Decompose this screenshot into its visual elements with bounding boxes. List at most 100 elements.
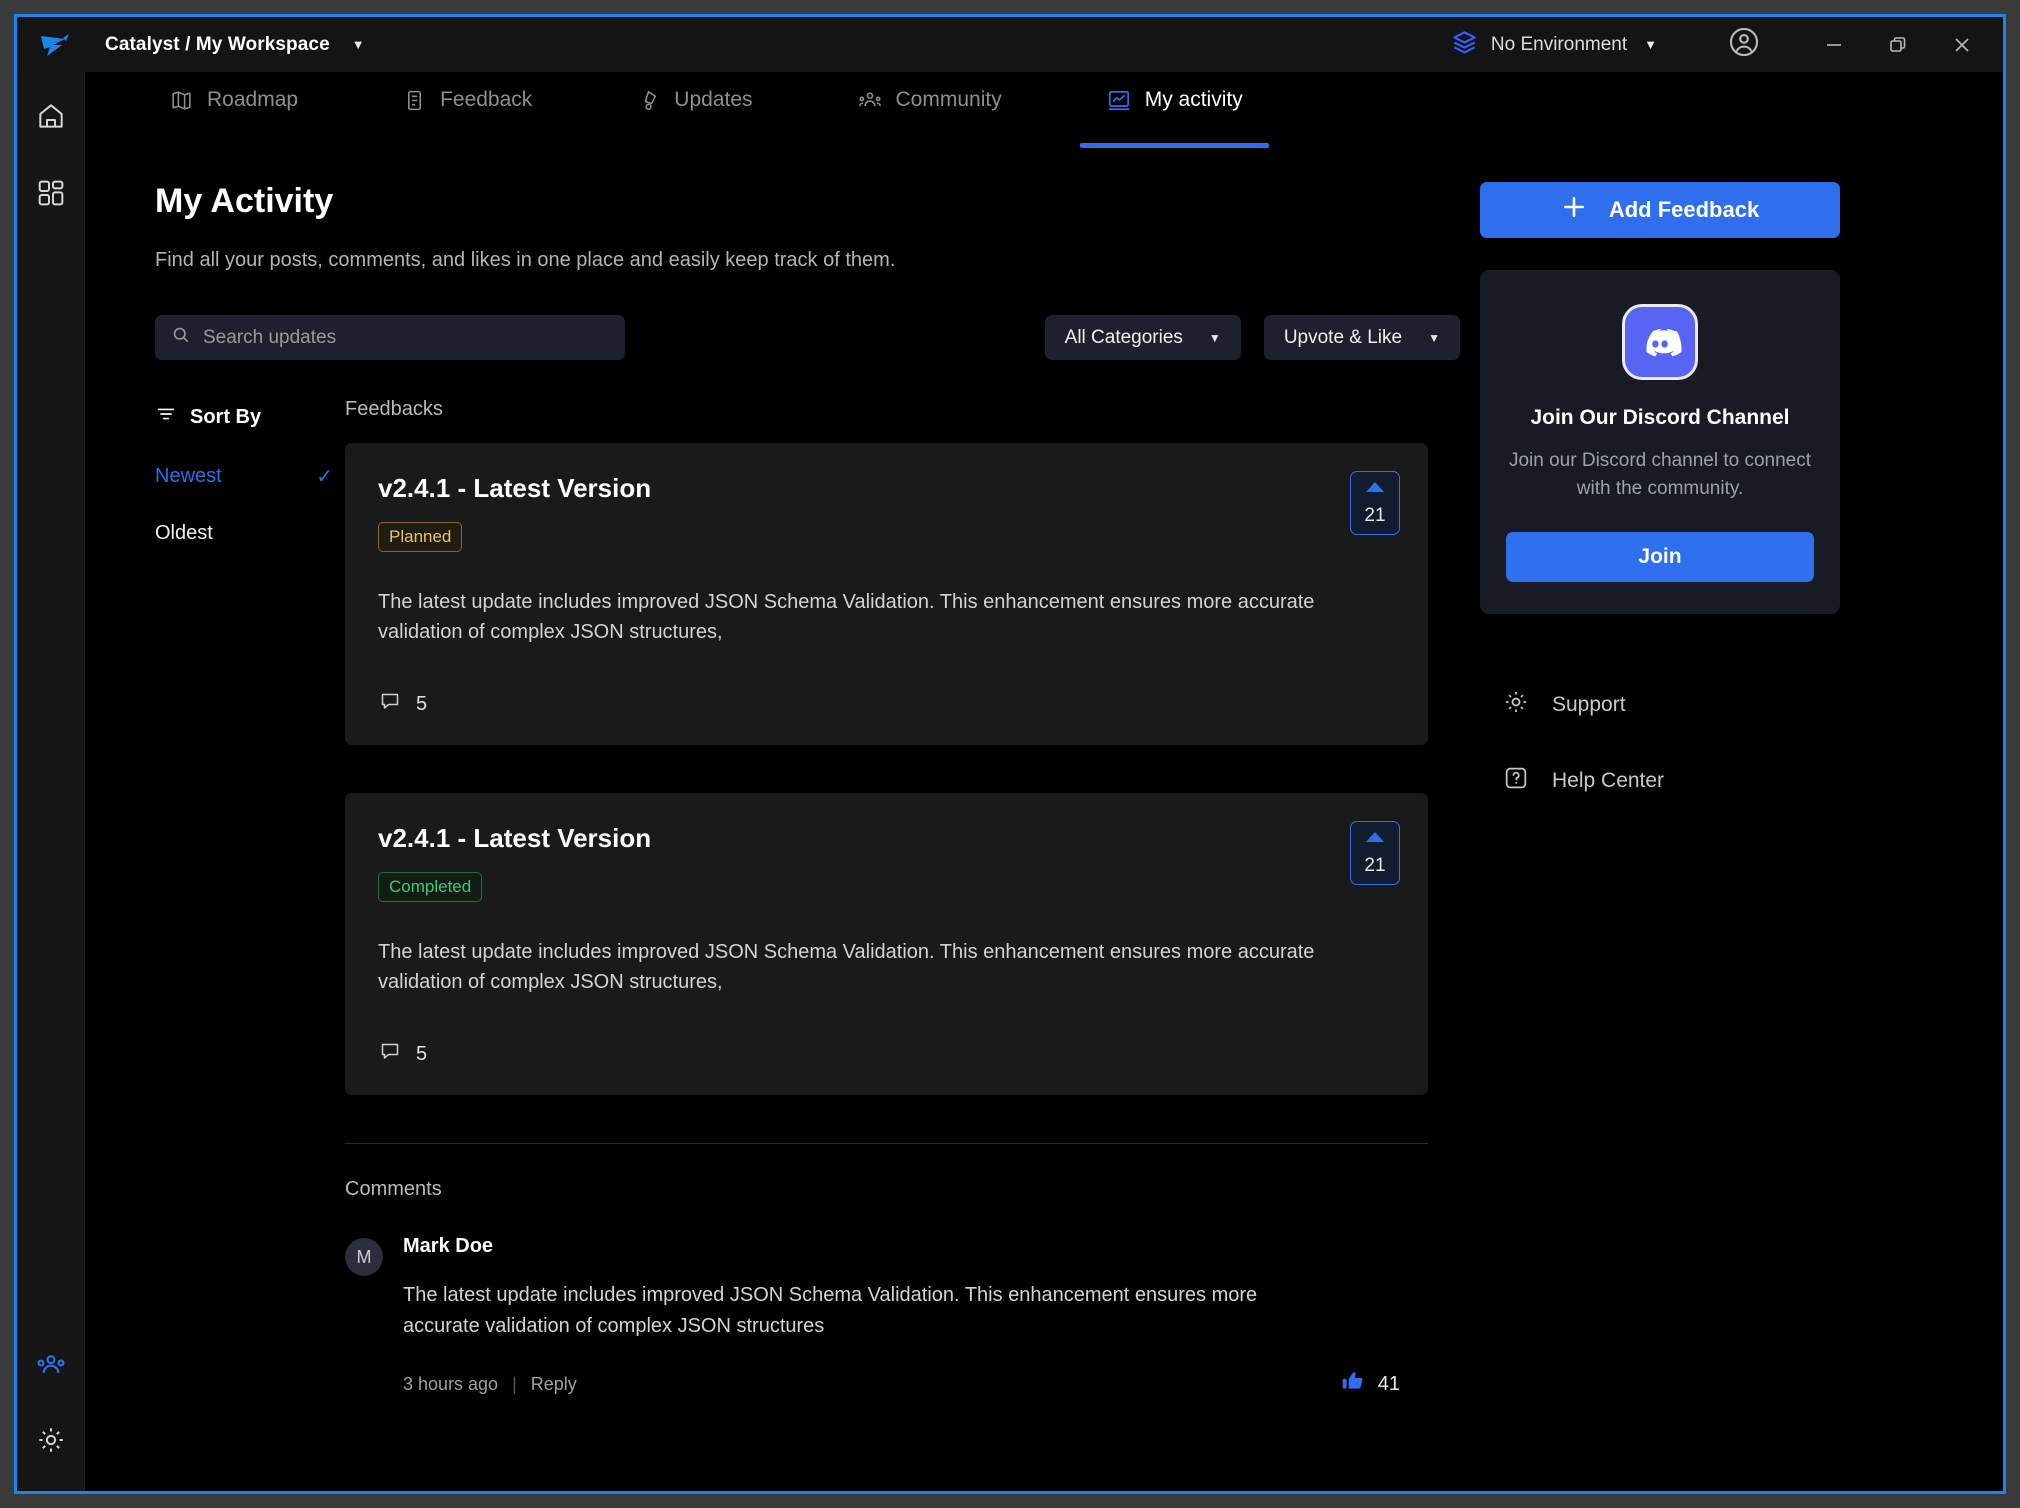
triangle-up-icon — [1365, 830, 1385, 848]
feedback-title: v2.4.1 - Latest Version — [378, 823, 1400, 854]
check-icon: ✓ — [316, 464, 333, 489]
plus-icon — [1561, 194, 1587, 226]
upvote-count: 21 — [1364, 505, 1385, 527]
nav-tabs: Roadmap Feedback — [85, 72, 2003, 148]
categories-dropdown-label: All Categories — [1065, 327, 1183, 349]
list-doc-icon — [402, 88, 427, 113]
comment-item: M Mark Doe The latest update includes im… — [345, 1235, 1428, 1400]
tab-label: Updates — [674, 88, 752, 112]
sort-option-newest[interactable]: Newest ✓ — [155, 464, 345, 489]
application-window: Catalyst / My Workspace ▼ No Environment… — [14, 14, 2006, 1494]
left-rail-bottom — [35, 1349, 67, 1491]
feed-column: Feedbacks v2.4.1 - Latest Version Planne… — [345, 398, 1480, 1400]
window-controls — [1823, 34, 1973, 56]
comments-section-label: Comments — [345, 1178, 1428, 1201]
filter-dropdowns: All Categories ▼ Upvote & Like ▼ — [1045, 315, 1480, 360]
comment-author: Mark Doe — [403, 1235, 1428, 1258]
tab-community[interactable]: Community — [843, 72, 1016, 148]
comment-main: Mark Doe The latest update includes impr… — [403, 1235, 1428, 1400]
search-box[interactable] — [155, 315, 625, 360]
tab-updates[interactable]: Updates — [622, 72, 766, 148]
map-icon — [169, 88, 194, 113]
discord-title: Join Our Discord Channel — [1506, 406, 1814, 430]
add-feedback-button[interactable]: Add Feedback — [1480, 182, 1840, 238]
add-feedback-label: Add Feedback — [1609, 197, 1759, 223]
comment-count: 5 — [416, 693, 427, 716]
feedback-footer: 5 — [378, 1039, 1400, 1069]
megaphone-icon — [636, 88, 661, 113]
feedback-footer: 5 — [378, 689, 1400, 719]
like-count: 41 — [1378, 1373, 1400, 1396]
right-sidebar: Add Feedback Join Our Discord Channel Jo… — [1480, 148, 1840, 1400]
body: Roadmap Feedback — [17, 72, 2003, 1491]
sort-by-label: Sort By — [190, 406, 261, 429]
main-column: My Activity Find all your posts, comment… — [85, 148, 1480, 1400]
close-button[interactable] — [1951, 34, 1973, 56]
comment-icon — [378, 1039, 402, 1069]
comment-icon — [378, 689, 402, 719]
discord-join-button[interactable]: Join — [1506, 532, 1814, 582]
tab-roadmap[interactable]: Roadmap — [155, 72, 312, 148]
reply-link[interactable]: Reply — [531, 1374, 577, 1395]
workspace-title[interactable]: Catalyst / My Workspace — [105, 34, 330, 56]
upvote-button[interactable]: 21 — [1350, 821, 1400, 885]
search-input[interactable] — [203, 327, 609, 349]
feedback-card[interactable]: v2.4.1 - Latest Version Completed The la… — [345, 793, 1428, 1095]
section-divider — [345, 1143, 1428, 1144]
comment-meta: 3 hours ago | Reply — [403, 1368, 1428, 1400]
grid-icon[interactable] — [35, 177, 67, 214]
feedback-title: v2.4.1 - Latest Version — [378, 473, 1400, 504]
titlebar: Catalyst / My Workspace ▼ No Environment… — [17, 17, 2003, 72]
thumbs-up-icon — [1340, 1368, 1366, 1400]
workspace-chevron-down-icon[interactable]: ▼ — [352, 38, 365, 51]
page-title: My Activity — [155, 182, 1480, 221]
discord-card: Join Our Discord Channel Join our Discor… — [1480, 270, 1840, 614]
activity-chart-icon — [1106, 87, 1132, 113]
environment-selector[interactable]: No Environment ▼ — [1451, 29, 1657, 61]
help-links: Support Help Center — [1480, 688, 1840, 798]
sort-by-heading: Sort By — [155, 403, 345, 431]
layers-icon — [1451, 29, 1478, 61]
filters-row: All Categories ▼ Upvote & Like ▼ — [155, 315, 1480, 360]
feedbacks-section-label: Feedbacks — [345, 398, 1428, 421]
environment-label: No Environment — [1491, 34, 1627, 56]
search-icon — [171, 325, 191, 350]
tab-my-activity[interactable]: My activity — [1092, 72, 1257, 148]
help-center-link[interactable]: Help Center — [1480, 764, 1840, 798]
gear-icon[interactable] — [35, 1424, 67, 1461]
minimize-button[interactable] — [1823, 34, 1845, 56]
tab-label: Feedback — [440, 88, 532, 112]
filter-icon — [155, 403, 177, 431]
like-button[interactable]: 41 — [1340, 1368, 1428, 1400]
question-box-icon — [1502, 764, 1530, 798]
upvote-count: 21 — [1364, 855, 1385, 877]
chevron-down-icon: ▼ — [1209, 331, 1221, 345]
chevron-down-icon: ▼ — [1428, 331, 1440, 345]
tab-label: Community — [896, 88, 1002, 112]
restore-button[interactable] — [1887, 34, 1909, 56]
people-icon[interactable] — [35, 1349, 67, 1386]
sort-option-label: Newest — [155, 465, 222, 488]
meta-separator: | — [512, 1374, 517, 1395]
discord-icon — [1622, 304, 1698, 380]
categories-dropdown[interactable]: All Categories ▼ — [1045, 315, 1241, 360]
feedback-card[interactable]: v2.4.1 - Latest Version Planned The late… — [345, 443, 1428, 745]
gear-icon — [1502, 688, 1530, 722]
sort-type-dropdown[interactable]: Upvote & Like ▼ — [1264, 315, 1460, 360]
status-badge: Planned — [378, 522, 462, 552]
content-area: Roadmap Feedback — [85, 72, 2003, 1491]
comment-timestamp: 3 hours ago — [403, 1374, 498, 1395]
tab-feedback[interactable]: Feedback — [388, 72, 546, 148]
comment-count: 5 — [416, 1043, 427, 1066]
feedback-body: The latest update includes improved JSON… — [378, 937, 1400, 997]
avatar: M — [345, 1238, 383, 1276]
upvote-button[interactable]: 21 — [1350, 471, 1400, 535]
feedback-body: The latest update includes improved JSON… — [378, 587, 1400, 647]
home-icon[interactable] — [35, 100, 67, 137]
support-link[interactable]: Support — [1480, 688, 1840, 722]
lists-row: Sort By Newest ✓ Oldest — [155, 398, 1480, 1400]
sort-option-oldest[interactable]: Oldest — [155, 522, 345, 545]
account-circle-icon[interactable] — [1727, 25, 1761, 64]
comment-text: The latest update includes improved JSON… — [403, 1280, 1333, 1342]
support-label: Support — [1552, 693, 1626, 717]
